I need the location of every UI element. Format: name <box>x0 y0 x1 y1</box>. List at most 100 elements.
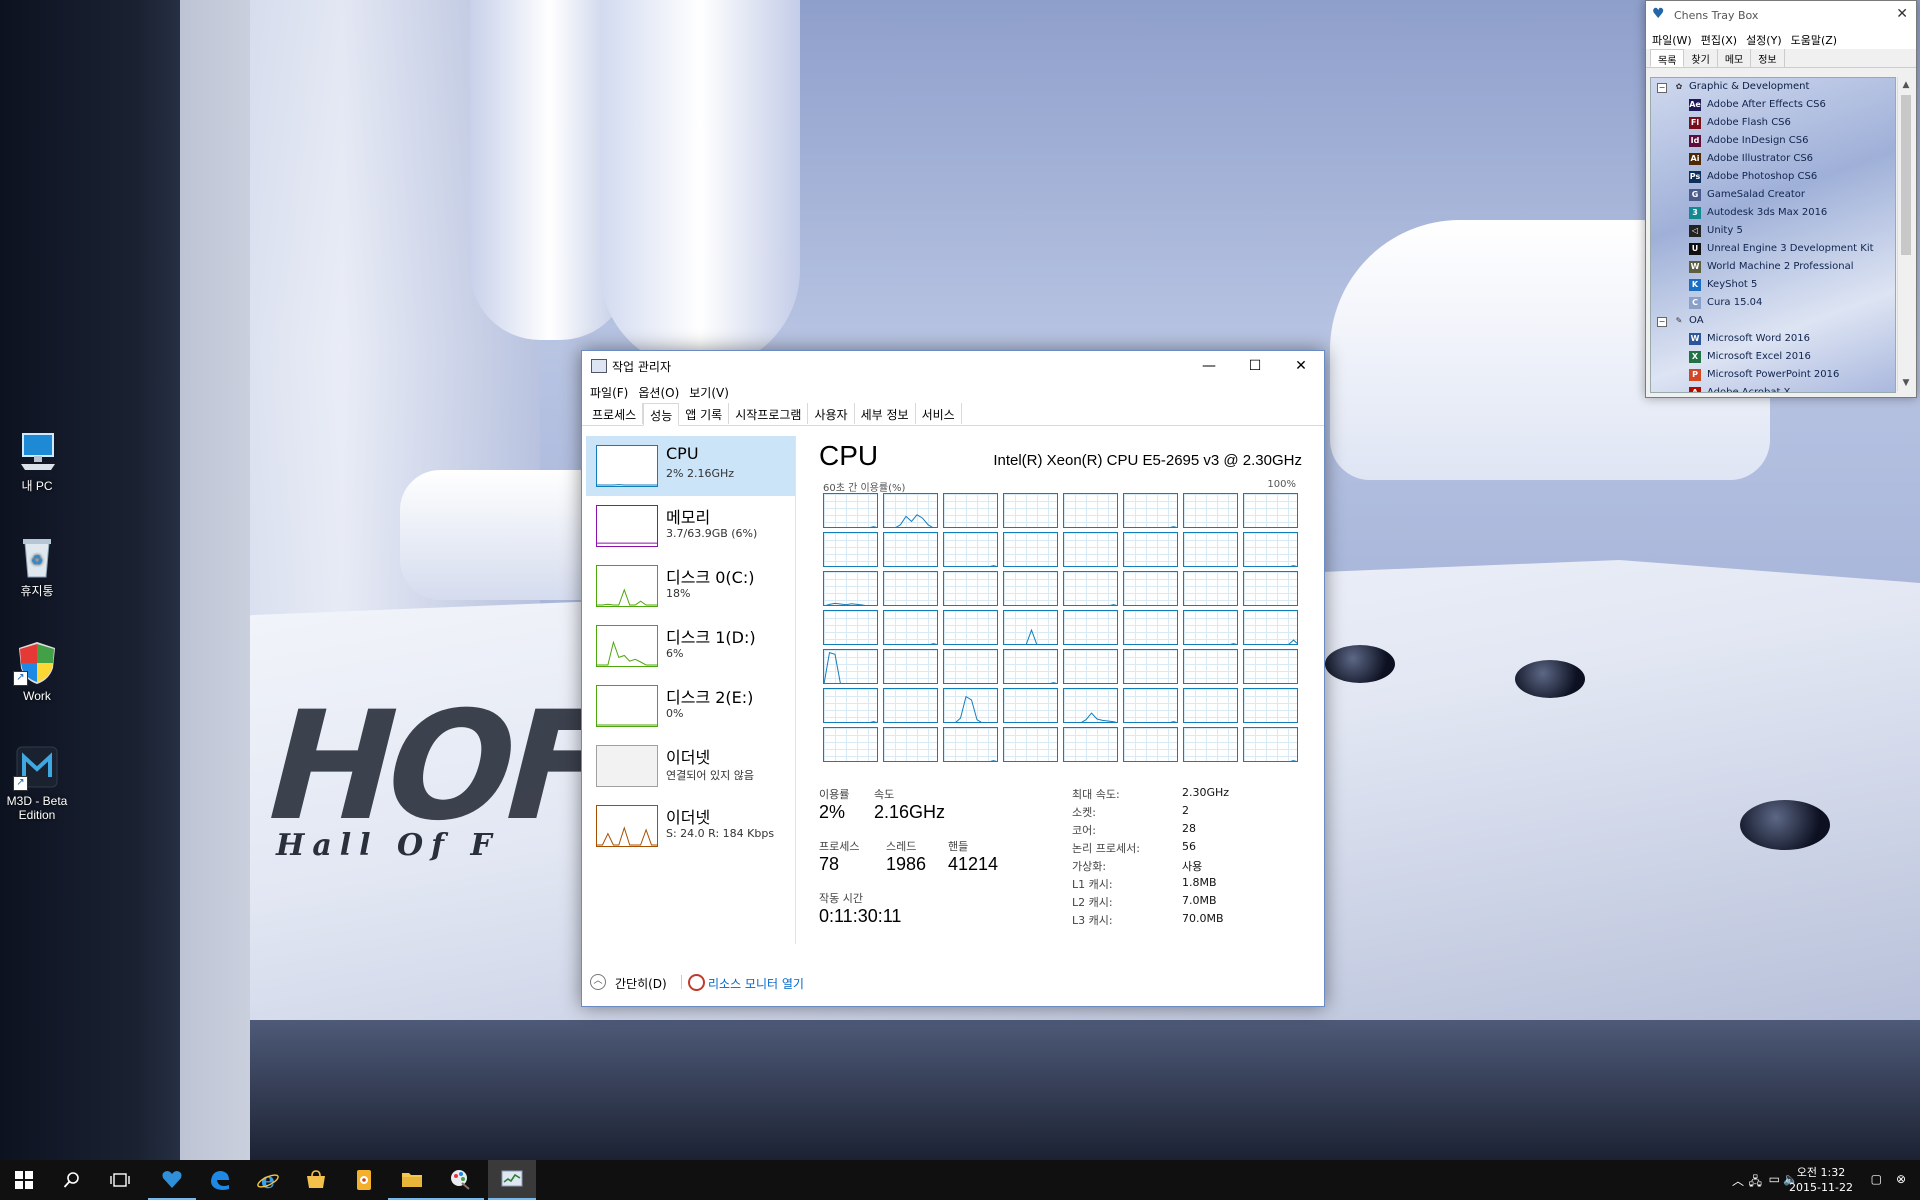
clock-time[interactable]: 오전 1:32 <box>1786 1164 1856 1180</box>
launcher-item[interactable]: A Adobe Acrobat X <box>1651 384 1895 392</box>
taskbar-app-tray-box[interactable] <box>148 1160 196 1200</box>
scroll-up-icon[interactable]: ▲ <box>1898 77 1914 93</box>
tab-info[interactable]: 정보 <box>1751 49 1785 67</box>
launcher-item[interactable]: K KeyShot 5 <box>1651 276 1895 294</box>
tab-users[interactable]: 사용자 <box>808 403 855 424</box>
desktop-icon-recycle-bin[interactable]: ♻ 휴지통 <box>0 533 74 598</box>
launcher-item[interactable]: ◁ Unity 5 <box>1651 222 1895 240</box>
logical-processor-graph <box>1003 688 1058 723</box>
desktop-icon-my-pc[interactable]: 내 PC <box>0 428 74 493</box>
uptime-label: 작동 시간 <box>819 892 863 905</box>
window-footer: ︿ 간단히(D) 리소스 모니터 열기 <box>582 958 1324 1006</box>
tab-performance[interactable]: 성능 <box>643 403 680 426</box>
launcher-item[interactable]: 3 Autodesk 3ds Max 2016 <box>1651 204 1895 222</box>
task-view-button[interactable] <box>96 1160 144 1200</box>
close-button[interactable]: ✕ <box>1278 351 1324 381</box>
tray-box-window[interactable]: ♥ Chens Tray Box ✕ 파일(W) 편집(X) 설정(Y) 도움말… <box>1645 0 1917 398</box>
tab-list[interactable]: 목록 <box>1650 49 1685 67</box>
launcher-item[interactable]: Ai Adobe Illustrator CS6 <box>1651 150 1895 168</box>
sidebar-item-cpu[interactable]: CPU 2% 2.16GHz <box>586 436 796 496</box>
tab-startup[interactable]: 시작프로그램 <box>729 403 809 424</box>
taskbar-app-file-explorer[interactable] <box>388 1160 436 1200</box>
start-button[interactable] <box>0 1160 48 1200</box>
taskbar-app-task-manager[interactable] <box>488 1160 536 1200</box>
task-manager-window[interactable]: 작업 관리자 — ☐ ✕ 파일(F) 옵션(O) 보기(V) 프로세스 성능 앱… <box>581 350 1325 1007</box>
tab-processes[interactable]: 프로세스 <box>586 403 644 424</box>
title-bar[interactable]: ♥ Chens Tray Box ✕ <box>1646 1 1916 29</box>
title-bar[interactable]: 작업 관리자 — ☐ ✕ <box>582 351 1324 381</box>
taskbar-app-internet-explorer[interactable]: e <box>244 1160 292 1200</box>
cpu-core-sparkline <box>1004 494 1058 528</box>
collapse-icon[interactable]: − <box>1657 317 1667 327</box>
taskbar-app-edge[interactable] <box>196 1160 244 1200</box>
tab-app-history[interactable]: 앱 기록 <box>679 403 730 424</box>
launcher-item[interactable]: W World Machine 2 Professional <box>1651 258 1895 276</box>
cpu-core-sparkline <box>944 650 998 684</box>
desktop-icon-m3d[interactable]: ↗ M3D - Beta Edition <box>0 743 74 822</box>
sidebar-item-ethernet-disconnected[interactable]: 이더넷 연결되어 있지 않음 <box>586 736 796 796</box>
panel-divider <box>795 436 796 944</box>
battery-icon[interactable]: ▭ <box>1769 1172 1780 1186</box>
action-center-icon[interactable]: ▢ <box>1871 1172 1882 1186</box>
collapse-icon[interactable]: − <box>1657 83 1667 93</box>
launcher-item[interactable]: Ae Adobe After Effects CS6 <box>1651 96 1895 114</box>
app-icon: Ps <box>1689 171 1701 183</box>
taskbar-app-store[interactable] <box>292 1160 340 1200</box>
launcher-item[interactable]: Id Adobe InDesign CS6 <box>1651 132 1895 150</box>
scrollbar-thumb[interactable] <box>1901 95 1911 255</box>
launcher-item[interactable]: P Microsoft PowerPoint 2016 <box>1651 366 1895 384</box>
launcher-item[interactable]: Ps Adobe Photoshop CS6 <box>1651 168 1895 186</box>
tree-group[interactable]: − ✿ Graphic & Development <box>1651 78 1895 96</box>
taskbar-search-button[interactable] <box>48 1160 96 1200</box>
tab-memo[interactable]: 메모 <box>1718 49 1752 67</box>
launcher-item[interactable]: Fl Adobe Flash CS6 <box>1651 114 1895 132</box>
launcher-tree[interactable]: − ✿ Graphic & Development Ae Adobe After Eff… <box>1650 77 1896 393</box>
scroll-down-icon[interactable]: ▼ <box>1898 375 1914 391</box>
paint-palette-icon: ✿ <box>1675 82 1683 91</box>
logical-processor-graphs[interactable] <box>823 493 1303 765</box>
sidebar-item-memory[interactable]: 메모리 3.7/63.9GB (6%) <box>586 496 796 556</box>
sidebar-item-disk-2[interactable]: 디스크 2(E:) 0% <box>586 676 796 736</box>
minimize-button[interactable]: — <box>1186 351 1232 381</box>
sidebar-item-value: 18% <box>666 587 691 600</box>
cpu-core-sparkline <box>1124 611 1178 645</box>
taskbar-app-paint[interactable] <box>436 1160 484 1200</box>
logical-processor-graph <box>883 571 938 606</box>
launcher-item[interactable]: W Microsoft Word 2016 <box>1651 330 1895 348</box>
taskbar-app-media[interactable] <box>340 1160 388 1200</box>
clock-date[interactable]: 2015-11-22 <box>1786 1181 1856 1194</box>
sidebar-item-ethernet[interactable]: 이더넷 S: 24.0 R: 184 Kbps <box>586 796 796 856</box>
menu-edit[interactable]: 편집(X) <box>1699 29 1744 49</box>
launcher-item[interactable]: X Microsoft Excel 2016 <box>1651 348 1895 366</box>
launcher-item[interactable]: G GameSalad Creator <box>1651 186 1895 204</box>
desktop-icon-work[interactable]: ↗ Work <box>0 638 74 703</box>
menu-settings[interactable]: 설정(Y) <box>1744 29 1789 49</box>
vertical-scrollbar[interactable]: ▲ ▼ <box>1897 77 1914 391</box>
cpu-core-sparkline <box>1184 689 1238 723</box>
menu-help[interactable]: 도움말(Z) <box>1789 29 1844 49</box>
sidebar-item-disk-1[interactable]: 디스크 1(D:) 6% <box>586 616 796 676</box>
sidebar-item-disk-0[interactable]: 디스크 0(C:) 18% <box>586 556 796 616</box>
tray-overflow-chevron-icon[interactable]: ︿ <box>1732 1172 1744 1189</box>
network-icon[interactable]: 🖧 <box>1749 1172 1762 1193</box>
chevron-up-icon[interactable]: ︿ <box>590 974 606 990</box>
menu-options[interactable]: 옵션(O) <box>636 381 687 403</box>
launcher-item[interactable]: C Cura 15.04 <box>1651 294 1895 312</box>
fewer-details-button[interactable]: 간단히(D) <box>615 975 667 992</box>
menu-file[interactable]: 파일(W) <box>1650 29 1699 49</box>
logical-processor-graph <box>1183 571 1238 606</box>
logical-processor-graph <box>1183 610 1238 645</box>
menu-file[interactable]: 파일(F) <box>588 381 636 403</box>
tab-services[interactable]: 서비스 <box>916 403 962 424</box>
open-resource-monitor-link[interactable]: 리소스 모니터 열기 <box>708 975 804 992</box>
keyboard-language-icon[interactable]: ⊗ <box>1896 1172 1906 1186</box>
close-button[interactable]: ✕ <box>1896 6 1908 22</box>
tree-group[interactable]: − ✎ OA <box>1651 312 1895 330</box>
tab-find[interactable]: 찾기 <box>1684 49 1718 67</box>
cpu-core-sparkline <box>1244 494 1298 528</box>
maximize-button[interactable]: ☐ <box>1232 351 1278 381</box>
menu-view[interactable]: 보기(V) <box>687 381 737 403</box>
app-icon: U <box>1689 243 1701 255</box>
launcher-item[interactable]: U Unreal Engine 3 Development Kit <box>1651 240 1895 258</box>
tab-details[interactable]: 세부 정보 <box>855 403 916 424</box>
